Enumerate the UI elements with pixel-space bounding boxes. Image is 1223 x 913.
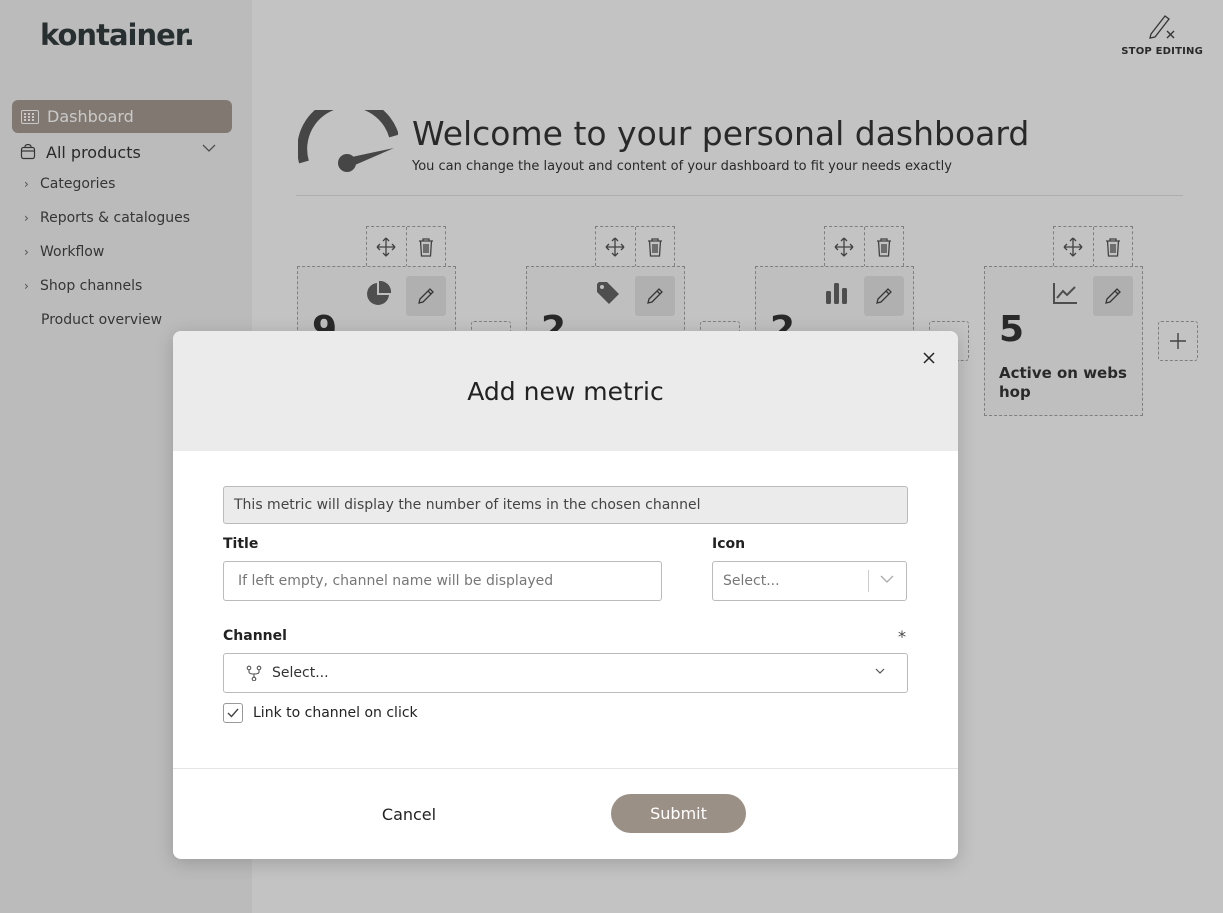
metric-info-text: This metric will display the number of i…: [223, 486, 908, 524]
close-icon[interactable]: [920, 349, 938, 367]
icon-select[interactable]: Select...: [712, 561, 907, 601]
icon-field-label: Icon: [712, 536, 746, 552]
footer-divider: [173, 768, 958, 769]
channel-select[interactable]: Select...: [223, 653, 908, 693]
checkmark-icon: [227, 708, 239, 718]
title-field-label: Title: [223, 536, 259, 552]
link-to-channel-row[interactable]: Link to channel on click: [223, 703, 418, 723]
title-input[interactable]: [223, 561, 662, 601]
cancel-button[interactable]: Cancel: [359, 794, 459, 834]
submit-button[interactable]: Submit: [611, 794, 746, 833]
modal-title: Add new metric: [467, 377, 664, 406]
link-to-channel-label: Link to channel on click: [253, 705, 418, 721]
chevron-down-icon[interactable]: [875, 668, 885, 674]
required-marker: *: [898, 627, 906, 646]
channel-field-label: Channel: [223, 628, 287, 644]
link-to-channel-checkbox[interactable]: [223, 703, 243, 723]
select-separator: [868, 570, 869, 592]
add-metric-modal: Add new metric This metric will display …: [173, 331, 958, 859]
icon-select-placeholder: Select...: [723, 573, 780, 589]
modal-header: Add new metric: [173, 331, 958, 451]
chevron-down-icon[interactable]: [880, 575, 894, 583]
channel-select-placeholder: Select...: [272, 665, 329, 681]
channel-branch-icon: [246, 665, 262, 681]
